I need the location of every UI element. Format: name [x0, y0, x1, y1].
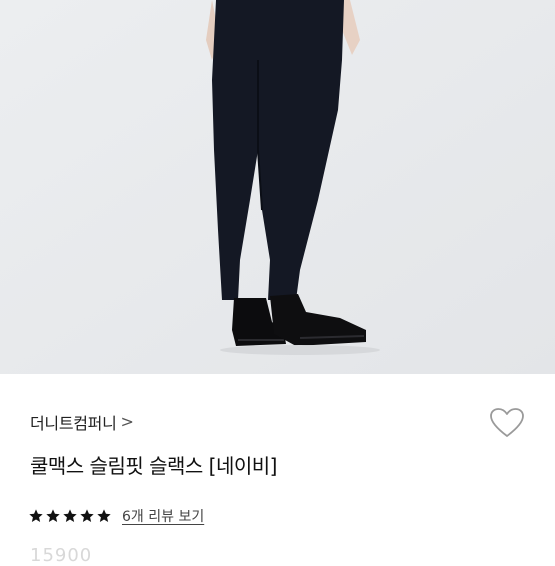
- star-filled-icon: [63, 509, 77, 522]
- brand-link[interactable]: 더니트컴퍼니 >: [30, 410, 134, 434]
- wishlist-button[interactable]: [487, 403, 527, 443]
- brand-name: 더니트컴퍼니: [30, 414, 117, 433]
- rating-row: 6개 리뷰 보기: [28, 505, 204, 527]
- star-filled-icon: [29, 509, 43, 522]
- product-image[interactable]: [0, 0, 555, 374]
- price-partial: 15900: [30, 545, 93, 566]
- chevron-right-icon: >: [120, 412, 134, 431]
- review-link[interactable]: 6개 리뷰 보기: [122, 506, 204, 526]
- star-filled-icon: [46, 509, 60, 522]
- star-filled-icon: [80, 509, 94, 522]
- star-filled-icon: [97, 509, 111, 522]
- model-wearing-slacks-illustration: [0, 0, 555, 374]
- heart-outline-icon: [490, 408, 524, 437]
- star-rating: [28, 508, 112, 524]
- product-title: 쿨맥스 슬림핏 슬랙스 [네이비]: [30, 454, 277, 478]
